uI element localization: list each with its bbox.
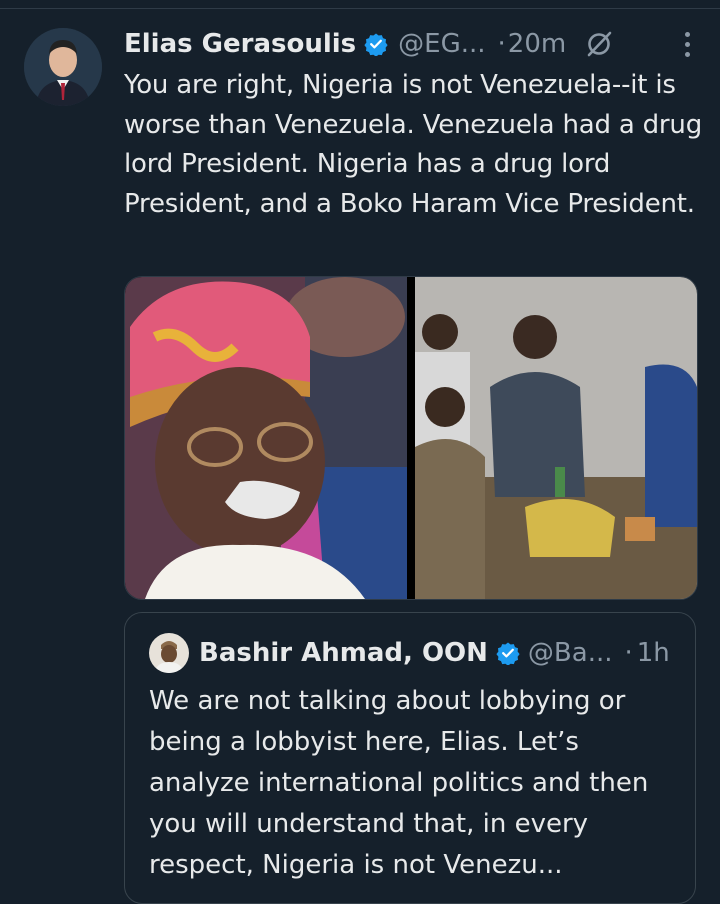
quoted-tweet-text: We are not talking about lobbying or bei… bbox=[149, 686, 649, 880]
verified-badge-icon bbox=[496, 642, 520, 665]
media-image-1[interactable] bbox=[125, 277, 407, 599]
author-avatar-image bbox=[24, 28, 102, 106]
author-handle[interactable]: @EG... bbox=[398, 29, 485, 59]
quoted-timestamp[interactable]: 1h bbox=[637, 638, 670, 668]
tweet-timestamp[interactable]: 20m bbox=[508, 29, 566, 59]
quoted-tweet-header: Bashir Ahmad, OON @Ba... · 1h bbox=[199, 633, 670, 673]
tweet-text: You are right, Nigeria is not Venezuela-… bbox=[124, 70, 702, 219]
verified-badge-icon bbox=[364, 33, 388, 56]
more-options-icon[interactable] bbox=[682, 31, 692, 57]
quoted-avatar-image bbox=[149, 633, 189, 673]
quoted-tweet[interactable]: Bashir Ahmad, OON @Ba... · 1h We are not… bbox=[124, 612, 696, 904]
tweet-header: Elias Gerasoulis @EG... · 20m bbox=[124, 22, 692, 66]
author-avatar[interactable] bbox=[24, 28, 102, 106]
quoted-author-handle[interactable]: @Ba... bbox=[528, 638, 613, 668]
author-name[interactable]: Elias Gerasoulis bbox=[124, 29, 356, 59]
quoted-author-name[interactable]: Bashir Ahmad, OON bbox=[199, 638, 488, 668]
quoted-header-separator: · bbox=[624, 638, 633, 668]
quoted-author-avatar[interactable] bbox=[149, 633, 189, 673]
grok-icon[interactable] bbox=[584, 29, 614, 59]
tweet-media[interactable] bbox=[124, 276, 698, 600]
media-image-2[interactable] bbox=[415, 277, 697, 599]
top-divider bbox=[0, 0, 720, 9]
header-separator: · bbox=[497, 29, 506, 59]
